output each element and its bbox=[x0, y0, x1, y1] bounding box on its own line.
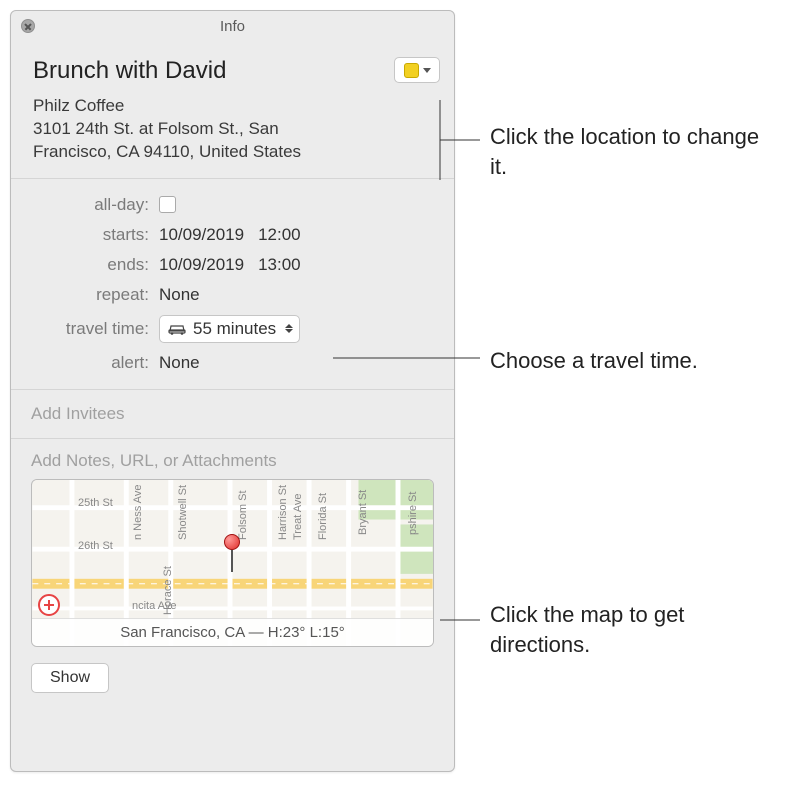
street-label: Treat Ave bbox=[292, 493, 304, 539]
header: Brunch with David Philz Coffee 3101 24th… bbox=[11, 41, 454, 179]
starts-label: starts: bbox=[11, 225, 159, 245]
allday-checkbox[interactable] bbox=[159, 196, 176, 213]
window-title: Info bbox=[11, 18, 454, 35]
weather-bar: San Francisco, CA — H:23° L:15° bbox=[32, 618, 433, 646]
street-label: 26th St bbox=[78, 540, 113, 552]
footer: Show bbox=[11, 647, 454, 709]
stepper-icon bbox=[283, 324, 295, 333]
callout-travel: Choose a travel time. bbox=[490, 346, 698, 376]
street-label: Shotwell St bbox=[177, 485, 189, 540]
event-location[interactable]: Philz Coffee 3101 24th St. at Folsom St.… bbox=[33, 95, 438, 164]
address-line-2: Francisco, CA 94110, United States bbox=[33, 141, 438, 164]
travel-label: travel time: bbox=[11, 319, 159, 339]
event-info-panel: Info Brunch with David Philz Coffee 3101… bbox=[10, 10, 455, 772]
hospital-icon bbox=[38, 594, 60, 616]
notes-field[interactable]: Add Notes, URL, or Attachments bbox=[31, 451, 434, 479]
street-label: Bryant St bbox=[357, 490, 369, 535]
event-title[interactable]: Brunch with David bbox=[33, 57, 438, 85]
alert-label: alert: bbox=[11, 353, 159, 373]
end-date[interactable]: 10/09/2019 bbox=[159, 255, 244, 275]
callout-location: Click the location to change it. bbox=[490, 122, 780, 181]
chevron-down-icon bbox=[423, 68, 431, 73]
street-label: n Ness Ave bbox=[132, 484, 144, 539]
titlebar: Info bbox=[11, 11, 454, 41]
callout-map: Click the map to get directions. bbox=[490, 600, 780, 659]
street-label: Horace St bbox=[162, 566, 174, 615]
start-date[interactable]: 10/09/2019 bbox=[159, 225, 244, 245]
street-label: pshire St bbox=[407, 491, 419, 534]
car-icon bbox=[168, 323, 186, 335]
calendar-color-picker[interactable] bbox=[394, 57, 440, 83]
ends-label: ends: bbox=[11, 255, 159, 275]
travel-time-select[interactable]: 55 minutes bbox=[159, 315, 300, 343]
callouts: Click the location to change it. Choose … bbox=[460, 10, 780, 770]
location-name: Philz Coffee bbox=[33, 95, 438, 118]
alert-value[interactable]: None bbox=[159, 353, 200, 373]
end-time[interactable]: 13:00 bbox=[258, 255, 301, 275]
show-button[interactable]: Show bbox=[31, 663, 109, 693]
map-pin-icon bbox=[224, 534, 240, 572]
invitees-field[interactable]: Add Invitees bbox=[11, 390, 454, 439]
street-label: 25th St bbox=[78, 497, 113, 509]
map-preview[interactable]: 25th St 26th St n Ness Ave Shotwell St F… bbox=[31, 479, 434, 647]
start-time[interactable]: 12:00 bbox=[258, 225, 301, 245]
street-label: Folsom St bbox=[237, 490, 249, 540]
travel-time-value: 55 minutes bbox=[193, 319, 276, 339]
allday-label: all-day: bbox=[11, 195, 159, 215]
close-icon[interactable] bbox=[21, 19, 35, 33]
street-label: Florida St bbox=[317, 493, 329, 540]
color-swatch-icon bbox=[404, 63, 419, 78]
repeat-value[interactable]: None bbox=[159, 285, 200, 305]
fields-section: all-day: starts: 10/09/2019 12:00 ends: … bbox=[11, 179, 454, 390]
repeat-label: repeat: bbox=[11, 285, 159, 305]
street-label: Harrison St bbox=[277, 485, 289, 540]
address-line-1: 3101 24th St. at Folsom St., San bbox=[33, 118, 438, 141]
